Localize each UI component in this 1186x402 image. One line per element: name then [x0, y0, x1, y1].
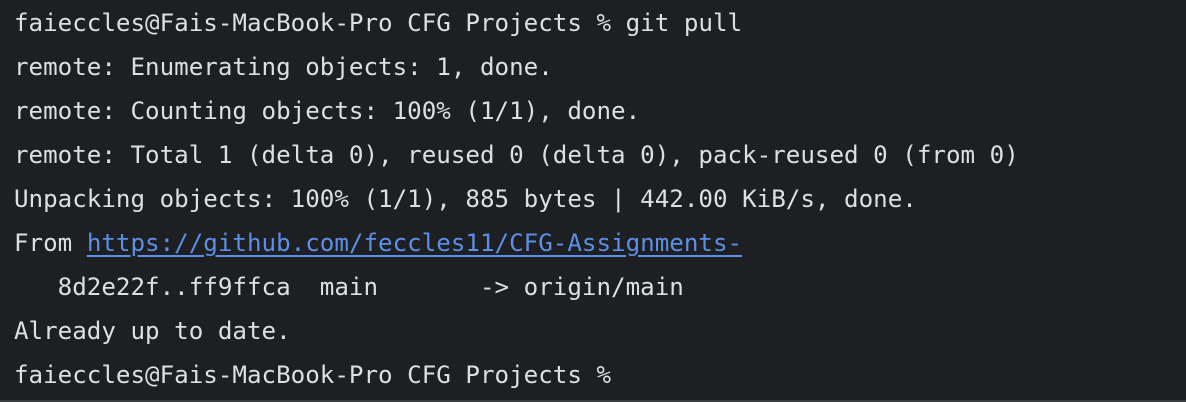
output-line-from: From https://github.com/feccles11/CFG-As…	[14, 221, 1186, 265]
output-line-counting: remote: Counting objects: 100% (1/1), do…	[14, 97, 641, 125]
shell-prompt: faieccles@Fais-MacBook-Pro CFG Projects …	[14, 9, 626, 37]
repo-url-link[interactable]: https://github.com/feccles11/CFG-Assignm…	[87, 229, 742, 257]
output-line-enumerating: remote: Enumerating objects: 1, done.	[14, 53, 553, 81]
output-line-unpacking: Unpacking objects: 100% (1/1), 885 bytes…	[14, 185, 917, 213]
output-line-ref-update: 8d2e22f..ff9ffca main -> origin/main	[14, 273, 684, 301]
shell-prompt: faieccles@Fais-MacBook-Pro CFG Projects …	[14, 361, 612, 389]
terminal-window[interactable]: faieccles@Fais-MacBook-Pro CFG Projects …	[0, 0, 1186, 402]
output-line-total: remote: Total 1 (delta 0), reused 0 (del…	[14, 141, 1019, 169]
command-text: git pull	[625, 9, 743, 37]
output-line-status: Already up to date.	[14, 317, 291, 345]
from-label: From	[14, 229, 87, 257]
command-line: faieccles@Fais-MacBook-Pro CFG Projects …	[14, 1, 1186, 45]
final-prompt-line: faieccles@Fais-MacBook-Pro CFG Projects …	[14, 353, 1186, 397]
